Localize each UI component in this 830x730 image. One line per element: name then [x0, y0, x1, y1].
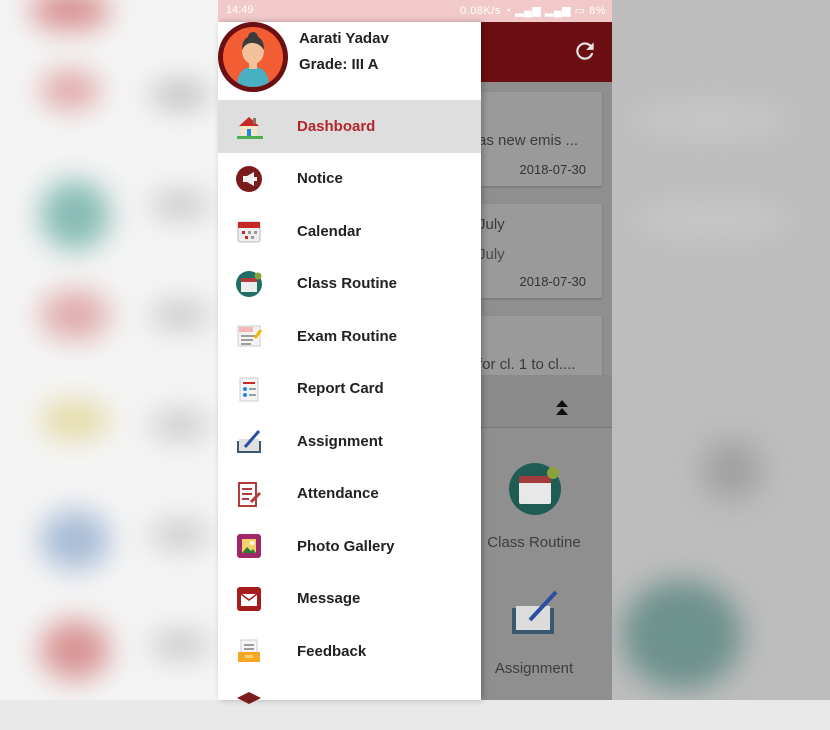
- drawer-header: Aarati Yadav Grade: III A: [218, 22, 481, 100]
- avatar[interactable]: [218, 22, 288, 92]
- navigation-drawer: Aarati Yadav Grade: III A Dashboard: [218, 22, 481, 700]
- menu-item-label: Assignment: [297, 433, 383, 450]
- feedback-icon: [235, 637, 263, 665]
- menu-item-message[interactable]: Message: [218, 573, 481, 626]
- routine-calendar-icon: [235, 270, 263, 298]
- menu-item-assignment[interactable]: Assignment: [218, 415, 481, 468]
- assignment-tile-icon[interactable]: [508, 586, 562, 640]
- menu-item-label: Dashboard: [297, 118, 375, 135]
- menu-item-dashboard[interactable]: Dashboard: [218, 100, 481, 153]
- menu-item-report-card[interactable]: Report Card: [218, 363, 481, 416]
- menu-item-label: Calendar: [297, 223, 361, 240]
- report-card-icon: [235, 375, 263, 403]
- class-routine-tile-icon[interactable]: [508, 462, 562, 516]
- menu-item-calendar[interactable]: Calendar: [218, 205, 481, 258]
- status-time: 14:49: [226, 4, 254, 16]
- menu-item-label: Notice: [297, 170, 343, 187]
- menu-item-class-routine[interactable]: Class Routine: [218, 258, 481, 311]
- notice-card-title: for cl. 1 to cl....: [478, 356, 576, 373]
- menu-item-label: Photo Gallery: [297, 538, 395, 555]
- collapse-bar[interactable]: [458, 375, 612, 428]
- house-icon: [235, 112, 263, 140]
- avatar-girl-icon: [223, 27, 283, 87]
- status-bar: 14:49 0.08K/s ◔ ▂▄▆ ▂▄▆ ▭ 8%: [218, 0, 612, 22]
- menu-item-photo-gallery[interactable]: Photo Gallery: [218, 520, 481, 573]
- menu-item-label: Message: [297, 590, 360, 607]
- menu-item-partial[interactable]: [218, 678, 481, 730]
- menu-item-label: Feedback: [297, 643, 366, 660]
- menu-item-exam-routine[interactable]: Exam Routine: [218, 310, 481, 363]
- status-indicators: 0.08K/s ◔ ▂▄▆ ▂▄▆ ▭ 8%: [460, 4, 606, 17]
- envelope-icon: [235, 585, 263, 613]
- menu-item-label: Class Routine: [297, 275, 397, 292]
- blurred-background-right: [612, 0, 830, 700]
- user-grade: Grade: III A: [299, 56, 378, 73]
- menu-item-feedback[interactable]: Feedback: [218, 625, 481, 678]
- attendance-clipboard-icon: [235, 480, 263, 508]
- menu-item-label: Attendance: [297, 485, 379, 502]
- menu-item-label: Exam Routine: [297, 328, 397, 345]
- refresh-icon[interactable]: [572, 38, 598, 64]
- collapse-up-icon[interactable]: [555, 400, 569, 416]
- notice-card-title: as new emis ...: [478, 132, 578, 149]
- calendar-icon: [235, 217, 263, 245]
- notice-card-date: 2018-07-30: [520, 162, 587, 177]
- megaphone-icon: [235, 165, 263, 193]
- blurred-background-left: [0, 0, 218, 700]
- gallery-icon: [235, 532, 263, 560]
- notice-card-date: 2018-07-30: [520, 274, 587, 289]
- menu-item-label: Report Card: [297, 380, 384, 397]
- menu-item-notice[interactable]: Notice: [218, 153, 481, 206]
- menu-item-attendance[interactable]: Attendance: [218, 468, 481, 521]
- graduation-cap-icon: [235, 684, 263, 712]
- notice-card-subtitle: July: [478, 246, 505, 263]
- assignment-book-icon: [235, 427, 263, 455]
- user-name: Aarati Yadav: [299, 30, 389, 47]
- exam-sheet-icon: [235, 322, 263, 350]
- notice-card-title: July: [478, 216, 505, 233]
- drawer-menu: Dashboard Notice: [218, 100, 481, 730]
